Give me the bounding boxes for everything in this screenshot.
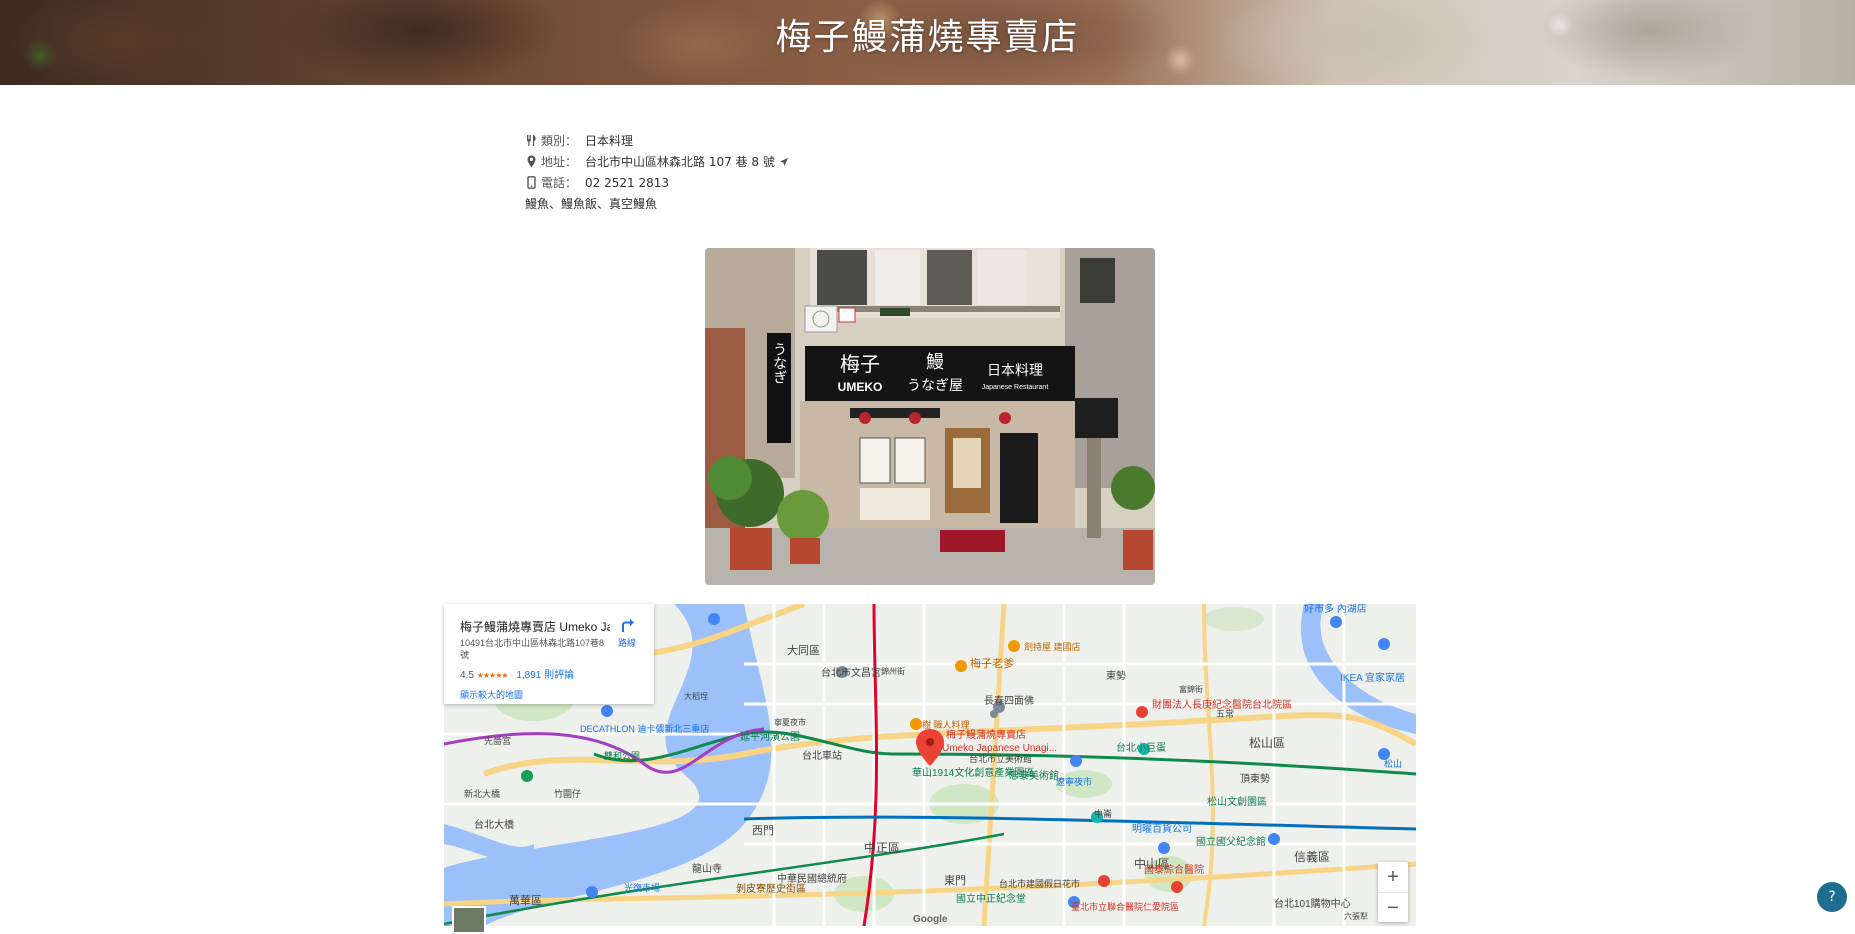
map-label-xianse: 先嗇宮 — [484, 735, 511, 746]
map-label-costco: 好市多 內湖店 — [1304, 604, 1367, 615]
sign-name-cn: 梅子 — [840, 352, 880, 376]
map-label-shu-chef: 樹 職人料理 — [922, 719, 970, 730]
map-label-guangfu: 光復市場 — [624, 882, 660, 893]
sign-cuisine: 日本料理 — [987, 363, 1043, 379]
storefront-photo: 梅子 UMEKO 鰻 うなぎ屋 日本料理 Japanese Restaurant… — [705, 248, 1155, 585]
reviews-link[interactable]: 1,891 則評論 — [516, 670, 574, 681]
address-value[interactable]: 台北市中山區林森北路 107 巷 8 號 — [585, 153, 775, 170]
map-label-xinbei-bridge: 新北大橋 — [464, 788, 500, 799]
map-label-zhongzheng: 中正區 — [864, 840, 900, 855]
map-label-fine-arts: 台北市立美術館 — [969, 753, 1032, 764]
tags-row: 鰻魚、鰻魚飯、真空鰻魚 — [525, 193, 789, 214]
map-label-wenchang: 台北市文昌宮 — [821, 666, 881, 679]
satellite-toggle[interactable] — [452, 906, 486, 934]
mobile-phone-icon — [527, 176, 536, 189]
directions-button[interactable]: 路線 — [612, 616, 642, 649]
side-sign: うなぎ — [771, 342, 787, 384]
map-label-fujin: 富錦街 — [1179, 684, 1203, 694]
map-label-taipei-bridge: 台北大橋 — [474, 818, 514, 831]
rating-stars-icon: ★★★★★ — [476, 671, 509, 680]
floating-help-button[interactable]: ? — [1817, 882, 1847, 912]
map-label-kenmochiya: 劍持屋 建國店 — [1024, 641, 1081, 652]
map-label-cks: 國立中正紀念堂 — [956, 892, 1026, 905]
address-label: 地址： — [541, 155, 578, 169]
map-label-dongmen: 東門 — [944, 874, 966, 887]
map-label-cathay: 國泰綜合醫院 — [1144, 863, 1204, 876]
map-label-songshan-station: 松山 — [1384, 758, 1402, 769]
map-label-liuzhangli: 六張犁 — [1344, 911, 1368, 921]
map-label-zhuweizai: 竹圍仔 — [554, 788, 581, 799]
place-name[interactable]: 梅子鰻蒲燒專賣店 Umeko Jap... — [460, 618, 610, 635]
category-label: 類別： — [541, 134, 578, 148]
map-label-datong: 大同區 — [787, 643, 820, 657]
map-label-decathlon: DECATHLON 迪卡儂新北三重店 — [580, 723, 709, 734]
phone-row: 電話： 02 2521 2813 — [525, 172, 789, 193]
map-label-yanping: 延平河濱公園 — [740, 730, 800, 743]
map-label-liaoning: 遼寧夜市 — [1056, 776, 1092, 787]
place-info-card: 梅子鰻蒲燒專賣店 Umeko Jap... 10491台北市中山區林森北路107… — [444, 604, 654, 704]
map-label-mingyao: 明曜百貨公司 — [1132, 822, 1192, 835]
map-label-dadaocheng: 大稻埕 — [684, 691, 708, 701]
map-label-flower-market: 台北市建國假日花市 — [999, 878, 1080, 889]
map-label-jut: 忠泰美術館 — [1009, 769, 1059, 782]
map-label-shuanghe: 雙和公園 — [604, 750, 640, 761]
phone-value[interactable]: 02 2521 2813 — [585, 176, 669, 190]
directions-label: 路線 — [617, 638, 636, 648]
pin-label-en[interactable]: Umeko Japanese Unagi... — [942, 743, 1057, 754]
map-label-jinzhou: 錦州街 — [881, 666, 905, 676]
place-rating: 4.5 ★★★★★ 1,891 則評論 — [460, 666, 574, 681]
phone-label: 電話： — [541, 176, 578, 190]
map-label-zhonglun: 中崙 — [1094, 808, 1112, 819]
directions-icon — [622, 619, 634, 632]
sign-unagiya: うなぎ屋 — [907, 378, 963, 394]
map-label-longshan: 龍山寺 — [692, 862, 722, 875]
map-label-renai-hospital: 臺北市立聯合醫院仁愛院區 — [1071, 901, 1179, 912]
map-label-songshan-cultural: 松山文創園區 — [1207, 795, 1267, 808]
map-marker-icon — [527, 155, 536, 168]
category-value: 日本料理 — [585, 134, 634, 148]
map-label-sun-yat-sen: 國立國父紀念館 — [1196, 835, 1266, 848]
sign-eel: 鰻 — [926, 352, 944, 373]
enlarge-map-link[interactable]: 顯示較大的地圖 — [460, 688, 523, 701]
map-label-main-station: 台北車站 — [802, 749, 842, 762]
map-label-ningxia: 寧夏夜市 — [774, 717, 806, 727]
map-label-four-face: 長春四面佛 — [984, 694, 1034, 707]
storefront-illustration: 梅子 UMEKO 鰻 うなぎ屋 日本料理 Japanese Restaurant… — [705, 248, 1155, 585]
zoom-in-button[interactable]: + — [1378, 862, 1408, 893]
map-label-ikea: IKEA 宜家家居 — [1340, 671, 1405, 684]
google-logo: Google — [913, 914, 948, 925]
map-label-umeko-dad: 梅子老爹 — [970, 656, 1014, 670]
map-label-xinyi: 信義區 — [1294, 849, 1330, 864]
help-icon: ? — [1828, 889, 1836, 905]
map-label-wanhua: 萬華區 — [509, 894, 542, 907]
page-title: 梅子鰻蒲燒專賣店 — [775, 17, 1080, 58]
map-label-arena: 台北小巨蛋 — [1116, 741, 1166, 754]
category-row: 類別： 日本料理 — [525, 130, 789, 151]
utensils-icon — [527, 135, 536, 146]
map-label-dingdongshi: 頂東勢 — [1240, 772, 1270, 785]
place-address: 10491台北市中山區林森北路107巷8號 — [460, 638, 605, 660]
sign-cuisine-en: Japanese Restaurant — [982, 384, 1049, 391]
sign-name-en: UMEKO — [838, 380, 883, 394]
dish-tags: 鰻魚、鰻魚飯、真空鰻魚 — [525, 197, 658, 211]
map-label-songshan: 松山區 — [1249, 736, 1285, 750]
rating-value: 4.5 — [460, 670, 474, 681]
zoom-out-button[interactable]: − — [1378, 893, 1408, 923]
map-label-ximen: 西門 — [752, 824, 774, 837]
map-label-dongshi: 東勢 — [1106, 669, 1126, 682]
address-row: 地址： 台北市中山區林森北路 107 巷 8 號 — [525, 151, 789, 172]
restaurant-info: 類別： 日本料理 地址： 台北市中山區林森北路 107 巷 8 號 電話： 02… — [525, 130, 789, 214]
map-label-bopiliao: 剝皮寮歷史街區 — [736, 882, 806, 895]
zoom-controls: + − — [1378, 862, 1408, 922]
header-banner: 梅子鰻蒲燒專賣店 — [0, 0, 1855, 85]
map-label-wuchang: 五常 — [1216, 708, 1234, 719]
navigate-arrow-icon[interactable] — [779, 157, 789, 167]
map-label-taipei101: 台北101購物中心 — [1274, 897, 1351, 910]
